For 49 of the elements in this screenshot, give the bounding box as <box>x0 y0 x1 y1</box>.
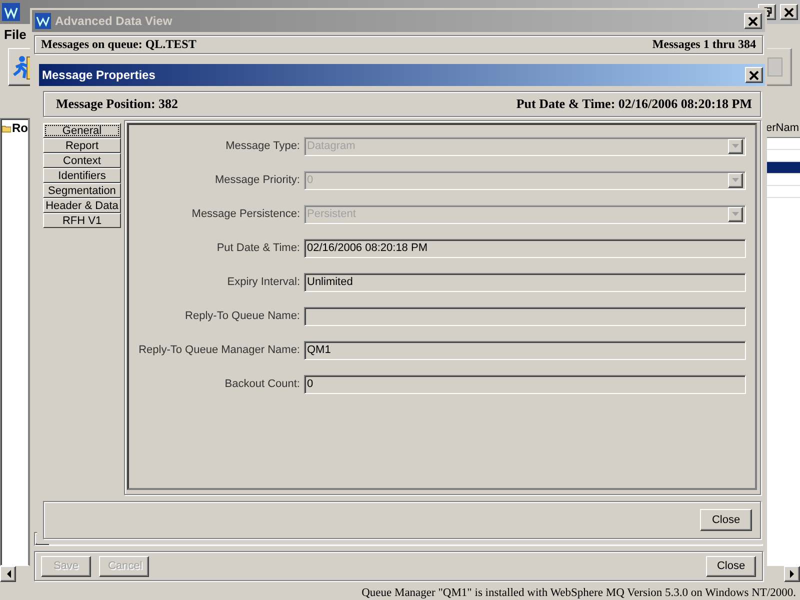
scroll-left-button[interactable] <box>0 566 16 582</box>
document-icon <box>767 57 783 77</box>
close-icon <box>748 16 758 26</box>
tab[interactable]: Identifiers <box>43 168 121 183</box>
dialog-title: Message Properties <box>42 68 156 82</box>
text-field[interactable]: 02/16/2006 08:20:18 PM <box>304 238 746 258</box>
table-row[interactable] <box>765 162 800 174</box>
field-label: Message Persistence: <box>190 208 301 220</box>
tab[interactable]: RFH V1 <box>43 213 121 228</box>
logo-icon <box>2 3 20 21</box>
field-label: Reply-To Queue Name: <box>184 310 301 322</box>
text-field[interactable]: Unlimited <box>304 272 746 292</box>
close-button[interactable]: Close <box>700 509 752 531</box>
field-label: Message Type: <box>224 140 301 152</box>
column-header[interactable]: erNam <box>765 118 800 138</box>
right-arrow-icon <box>790 570 794 578</box>
caret-icon <box>732 212 739 216</box>
tree-item[interactable]: Ro <box>12 121 28 135</box>
close-button[interactable] <box>780 4 798 20</box>
logo-icon <box>35 13 51 29</box>
tab[interactable]: Context <box>43 153 121 168</box>
close-icon <box>749 70 759 80</box>
close-button[interactable] <box>744 13 762 29</box>
caret-icon <box>732 144 739 148</box>
text-field[interactable] <box>304 306 746 326</box>
dialog-button[interactable]: Close <box>706 556 756 576</box>
field-label: Reply-To Queue Manager Name: <box>138 344 301 356</box>
close-button[interactable] <box>745 67 763 83</box>
field-label: Backout Count: <box>224 378 301 390</box>
text-field[interactable]: QM1 <box>304 340 746 360</box>
date-label: Put Date & Time: 02/16/2006 08:20:18 PM <box>516 96 752 112</box>
window-title: Advanced Data View <box>55 14 174 28</box>
status-text: Queue Manager "QM1" is installed with WebSphere MQ Version 5.3.0 on Windows NT/2000. <box>362 586 796 600</box>
tab[interactable]: Header & Data <box>43 198 121 213</box>
field-label: Put Date & Time: <box>216 242 301 254</box>
scroll-right-button[interactable] <box>784 566 800 582</box>
position-label: Message Position: 382 <box>56 96 178 112</box>
queue-label: Messages on queue: QL.TEST <box>41 37 196 52</box>
close-icon <box>784 8 794 16</box>
caret-icon <box>732 178 739 182</box>
tab[interactable]: Report <box>43 138 121 153</box>
menu-item[interactable]: File <box>4 26 26 42</box>
field-label: Expiry Interval: <box>226 276 301 288</box>
left-arrow-icon <box>6 570 10 578</box>
tab[interactable]: Segmentation <box>43 183 121 198</box>
tab[interactable]: General <box>43 123 121 138</box>
field-label: Message Priority: <box>214 174 301 186</box>
range-label: Messages 1 thru 384 <box>652 37 756 52</box>
text-field[interactable]: 0 <box>304 374 746 394</box>
